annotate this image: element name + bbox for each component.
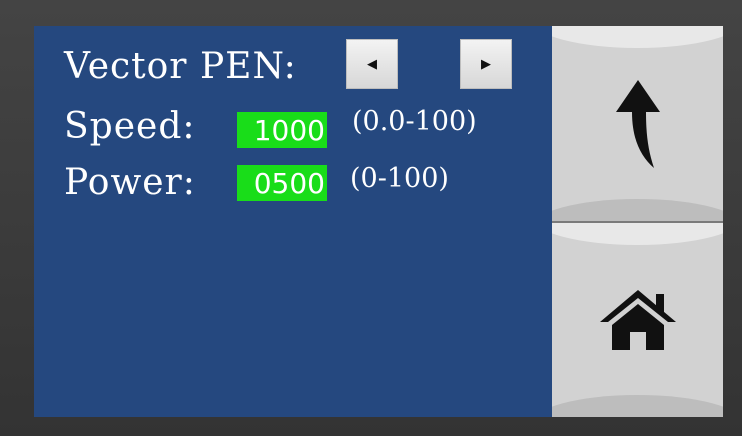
speed-value-field[interactable]: 1000 <box>237 112 327 148</box>
vector-pen-label: Vector PEN: <box>64 46 297 87</box>
button-divider <box>552 221 723 223</box>
home-button[interactable] <box>552 223 723 417</box>
settings-panel: Vector PEN: ◀ ▶ Speed: 1000 (0.0-100) Po… <box>34 26 552 417</box>
back-arrow-icon <box>615 79 660 168</box>
power-range: (0-100) <box>350 163 449 194</box>
left-triangle-icon: ◀ <box>367 56 377 72</box>
pen-prev-button[interactable]: ◀ <box>346 39 398 89</box>
home-icon <box>599 290 676 350</box>
power-label: Power: <box>64 162 196 203</box>
button-shadow <box>552 199 723 221</box>
speed-label: Speed: <box>64 106 196 147</box>
button-highlight <box>552 26 723 48</box>
back-button[interactable] <box>552 26 723 221</box>
pen-next-button[interactable]: ▶ <box>460 39 512 89</box>
button-shadow <box>552 395 723 417</box>
power-value-field[interactable]: 0500 <box>237 165 327 201</box>
button-highlight <box>552 223 723 245</box>
right-triangle-icon: ▶ <box>481 56 491 72</box>
speed-range: (0.0-100) <box>352 106 477 137</box>
screen: Vector PEN: ◀ ▶ Speed: 1000 (0.0-100) Po… <box>34 26 723 417</box>
device-bezel: Vector PEN: ◀ ▶ Speed: 1000 (0.0-100) Po… <box>0 0 742 436</box>
